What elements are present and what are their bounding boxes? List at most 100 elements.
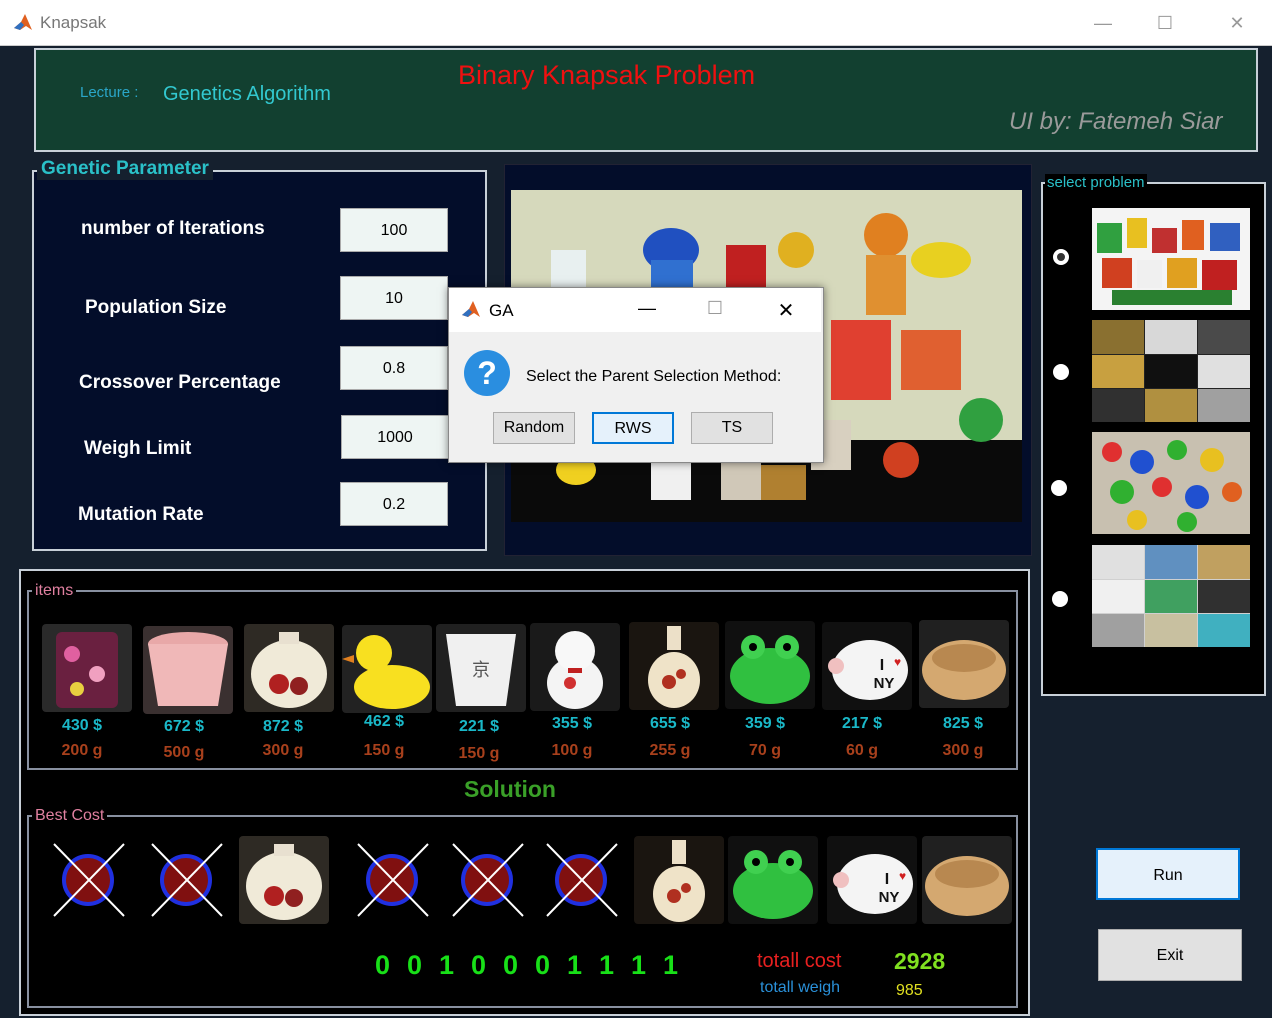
matlab-icon: [12, 12, 34, 34]
clay-bowl-image: [919, 620, 1009, 708]
svg-text:NY: NY: [879, 889, 900, 906]
item-price: 825 $: [942, 715, 984, 732]
solution-bit: 0: [503, 950, 519, 980]
svg-text:?: ?: [477, 355, 497, 391]
excluded-x-icon: [357, 843, 429, 917]
problem-radio-4[interactable]: [1052, 591, 1068, 607]
excluded-x-icon: [53, 843, 125, 917]
close-button[interactable]: ✕: [1222, 10, 1252, 36]
mutation-rate-input[interactable]: 0.2: [340, 482, 448, 526]
total-weigh-label: totall weigh: [760, 979, 841, 996]
solution-bit: 0: [535, 950, 551, 980]
solution-bit: 1: [663, 950, 679, 980]
problem-radio-1[interactable]: [1053, 249, 1069, 265]
solution-title: Solution: [464, 776, 556, 802]
solution-bit: 1: [599, 950, 615, 980]
rws-button[interactable]: RWS: [592, 412, 674, 444]
item-price: 217 $: [841, 715, 883, 732]
toys-thumbnail[interactable]: [1092, 208, 1250, 310]
crossover-percentage-label: Crossover Percentage: [79, 372, 281, 393]
jewelry-thumbnail[interactable]: [1092, 320, 1250, 422]
item-weight: 100 g: [551, 742, 593, 759]
lecture-value: Genetics Algorithm: [163, 83, 331, 105]
iterations-label: number of Iterations: [81, 218, 265, 239]
exit-button[interactable]: Exit: [1098, 929, 1242, 981]
svg-text:♥: ♥: [899, 869, 906, 883]
ts-button[interactable]: TS: [691, 412, 773, 444]
solution-bit: 0: [375, 950, 391, 980]
excluded-x-icon: [546, 843, 618, 917]
item-weight: 150 g: [363, 742, 405, 759]
dialog-title: GA: [489, 301, 514, 320]
floral-vase-image: [244, 624, 334, 712]
item-price: 355 $: [551, 715, 593, 732]
best-cost-title: Best Cost: [32, 807, 108, 825]
random-button[interactable]: Random: [493, 412, 575, 444]
mutation-rate-label: Mutation Rate: [78, 504, 204, 525]
items-title: items: [32, 582, 77, 600]
item-weight: 300 g: [942, 742, 984, 759]
svg-text:I: I: [880, 657, 884, 674]
lecture-label: Lecture :: [80, 84, 139, 101]
solution-bit: 1: [631, 950, 647, 980]
population-size-input[interactable]: 10: [340, 276, 448, 320]
item-price: 672 $: [163, 718, 205, 735]
dialog-close-button[interactable]: ✕: [775, 298, 797, 322]
total-cost-label: totall cost: [757, 950, 842, 972]
frog-image: [725, 621, 815, 709]
piggy-bank-image: I ♥ NY: [827, 836, 917, 924]
item-weight: 255 g: [649, 742, 691, 759]
item-price: 221 $: [458, 718, 500, 735]
run-button[interactable]: Run: [1096, 848, 1240, 900]
accessories-thumbnail[interactable]: [1092, 545, 1250, 647]
page-title: Binary Knapsak Problem: [458, 60, 756, 90]
excluded-x-icon: [151, 843, 223, 917]
item-price: 359 $: [744, 715, 786, 732]
total-cost-value: 2928: [894, 948, 946, 974]
minimize-button[interactable]: —: [1088, 10, 1118, 36]
dialog-minimize-button[interactable]: —: [636, 298, 658, 320]
window-titlebar: [0, 0, 1272, 46]
bud-vase-image: [629, 622, 719, 710]
excluded-x-icon: [452, 843, 524, 917]
problem-radio-2[interactable]: [1053, 364, 1069, 380]
weigh-limit-label: Weigh Limit: [84, 438, 192, 459]
question-icon: ?: [464, 350, 510, 396]
svg-text:NY: NY: [874, 675, 895, 692]
frog-image: [728, 836, 818, 924]
window-title: Knapsak: [40, 13, 107, 32]
item-weight: 150 g: [458, 745, 500, 762]
item-weight: 70 g: [748, 742, 781, 759]
solution-bit: 0: [471, 950, 487, 980]
item-weight: 60 g: [845, 742, 878, 759]
puzzle-thumbnail[interactable]: [1092, 432, 1250, 534]
svg-text:京: 京: [472, 660, 490, 680]
floral-mug-image: [42, 624, 132, 712]
total-weigh-value: 985: [896, 982, 923, 999]
clay-bowl-image: [922, 836, 1012, 924]
credit-text: UI by: Fatemeh Siar: [1009, 108, 1223, 135]
svg-text:♥: ♥: [894, 655, 901, 669]
solution-bit: 1: [567, 950, 583, 980]
genetic-parameter-title: Genetic Parameter: [37, 158, 213, 180]
pink-cup-image: [143, 626, 233, 714]
dialog-message: Select the Parent Selection Method:: [526, 368, 782, 385]
weigh-limit-input[interactable]: 1000: [341, 415, 449, 459]
white-cup-image: 京: [436, 624, 526, 712]
item-weight: 300 g: [262, 742, 304, 759]
piggy-bank-image: I ♥ NY: [822, 622, 912, 710]
crossover-percentage-input[interactable]: 0.8: [340, 346, 448, 390]
select-problem-title: select problem: [1045, 174, 1147, 191]
maximize-button[interactable]: ☐: [1150, 10, 1180, 36]
item-weight: 200 g: [61, 742, 103, 759]
solution-bit: 0: [407, 950, 423, 980]
item-weight: 500 g: [163, 744, 205, 761]
rubber-duck-image: [342, 625, 432, 713]
dialog-maximize-button[interactable]: ☐: [704, 298, 726, 320]
population-size-label: Population Size: [85, 297, 227, 318]
iterations-input[interactable]: 100: [340, 208, 448, 252]
problem-radio-3[interactable]: [1051, 480, 1067, 496]
item-price: 655 $: [649, 715, 691, 732]
floral-vase-image: [239, 836, 329, 924]
matlab-icon: [462, 301, 480, 317]
